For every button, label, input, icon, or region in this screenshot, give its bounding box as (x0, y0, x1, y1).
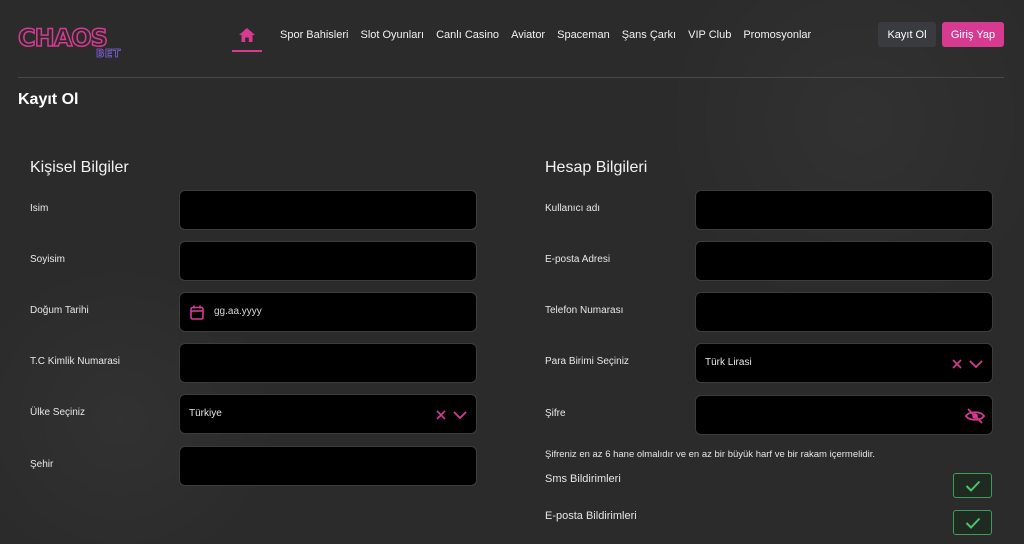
checkmark-icon (965, 480, 980, 492)
checkmark-icon (965, 517, 980, 529)
clear-icon[interactable] (436, 410, 446, 420)
sms-notifications-label: Sms Bildirimleri (545, 473, 621, 485)
tc-row: T.C Kimlik Numarasi (30, 343, 478, 383)
nav-live-casino[interactable]: Canlı Casino (430, 22, 505, 41)
phone-label: Telefon Numarası (545, 305, 624, 316)
country-value: Türkiye (189, 408, 222, 419)
personal-info-title: Kişisel Bilgiler (30, 159, 129, 176)
surname-row: Soyisim (30, 241, 478, 281)
nav-spaceman[interactable]: Spaceman (551, 22, 616, 41)
logo-subtext: BET (96, 47, 121, 61)
phone-row: Telefon Numarası (545, 292, 993, 332)
country-select[interactable]: Türkiye (179, 394, 477, 434)
password-label: Şifre (545, 408, 566, 419)
logo-text: CHAOS (17, 23, 108, 53)
currency-label: Para Birimi Seçiniz (545, 356, 629, 367)
name-label: Isim (30, 203, 49, 214)
email-notifications-label: E-posta Bildirimleri (545, 510, 637, 522)
register-button[interactable]: Kayıt Ol (878, 22, 936, 47)
name-row: Isim (30, 190, 478, 230)
header: CHAOS BET Spor Bahisleri Slot Oyunları C… (0, 0, 1024, 72)
nav-wheel[interactable]: Şans Çarkı (616, 22, 682, 41)
password-row: Şifre (545, 395, 993, 435)
clear-icon[interactable] (952, 359, 962, 369)
surname-input[interactable] (179, 241, 477, 281)
eye-slash-icon[interactable] (965, 408, 985, 424)
currency-select[interactable]: Türk Lirasi (695, 343, 993, 383)
email-notifications-checkbox[interactable] (953, 510, 992, 535)
sms-notifications-checkbox[interactable] (953, 473, 992, 498)
name-input[interactable] (179, 190, 477, 230)
header-divider (18, 77, 1004, 78)
username-input[interactable] (695, 190, 993, 230)
email-input[interactable] (695, 241, 993, 281)
nav-aviator[interactable]: Aviator (505, 22, 551, 41)
account-info-title: Hesap Bilgileri (545, 159, 648, 176)
tc-input[interactable] (179, 343, 477, 383)
login-button[interactable]: Giriş Yap (942, 22, 1004, 47)
birthdate-label: Doğum Tarihi (30, 305, 89, 316)
username-label: Kullanıcı adı (545, 203, 601, 214)
city-label: Şehir (30, 459, 54, 470)
tc-label: T.C Kimlik Numarasi (30, 356, 121, 367)
nav-slots[interactable]: Slot Oyunları (354, 22, 430, 41)
birthdate-row: Doğum Tarihi gg.aa.yyyy (30, 292, 478, 332)
nav-vip-club[interactable]: VIP Club (682, 22, 737, 41)
city-input[interactable] (179, 446, 477, 486)
chevron-down-icon[interactable] (969, 360, 983, 368)
page-title: Kayıt Ol (18, 91, 79, 108)
password-input[interactable] (695, 395, 993, 435)
email-row: E-posta Adresi (545, 241, 993, 281)
currency-row: Para Birimi Seçiniz Türk Lirasi (545, 343, 993, 383)
surname-label: Soyisim (30, 254, 66, 265)
main-nav: Spor Bahisleri Slot Oyunları Canlı Casin… (232, 22, 817, 52)
phone-input[interactable] (695, 292, 993, 332)
username-row: Kullanıcı adı (545, 190, 993, 230)
birthdate-input[interactable]: gg.aa.yyyy (179, 292, 477, 332)
nav-home[interactable] (232, 22, 262, 52)
chevron-down-icon[interactable] (453, 411, 467, 419)
birthdate-placeholder: gg.aa.yyyy (214, 306, 262, 317)
home-icon (239, 28, 255, 42)
calendar-icon[interactable] (190, 305, 204, 320)
nav-sports[interactable]: Spor Bahisleri (274, 22, 354, 41)
nav-promotions[interactable]: Promosyonlar (737, 22, 817, 41)
password-hint: Şifreniz en az 6 hane olmalıdır ve en az… (545, 449, 876, 460)
country-row: Ülke Seçiniz Türkiye (30, 394, 478, 434)
country-label: Ülke Seçiniz (30, 407, 86, 418)
logo[interactable]: CHAOS BET (17, 23, 128, 64)
currency-value: Türk Lirasi (705, 357, 752, 368)
email-label: E-posta Adresi (545, 254, 611, 265)
registration-page: CHAOS BET Spor Bahisleri Slot Oyunları C… (0, 0, 1024, 544)
city-row: Şehir (30, 446, 478, 486)
